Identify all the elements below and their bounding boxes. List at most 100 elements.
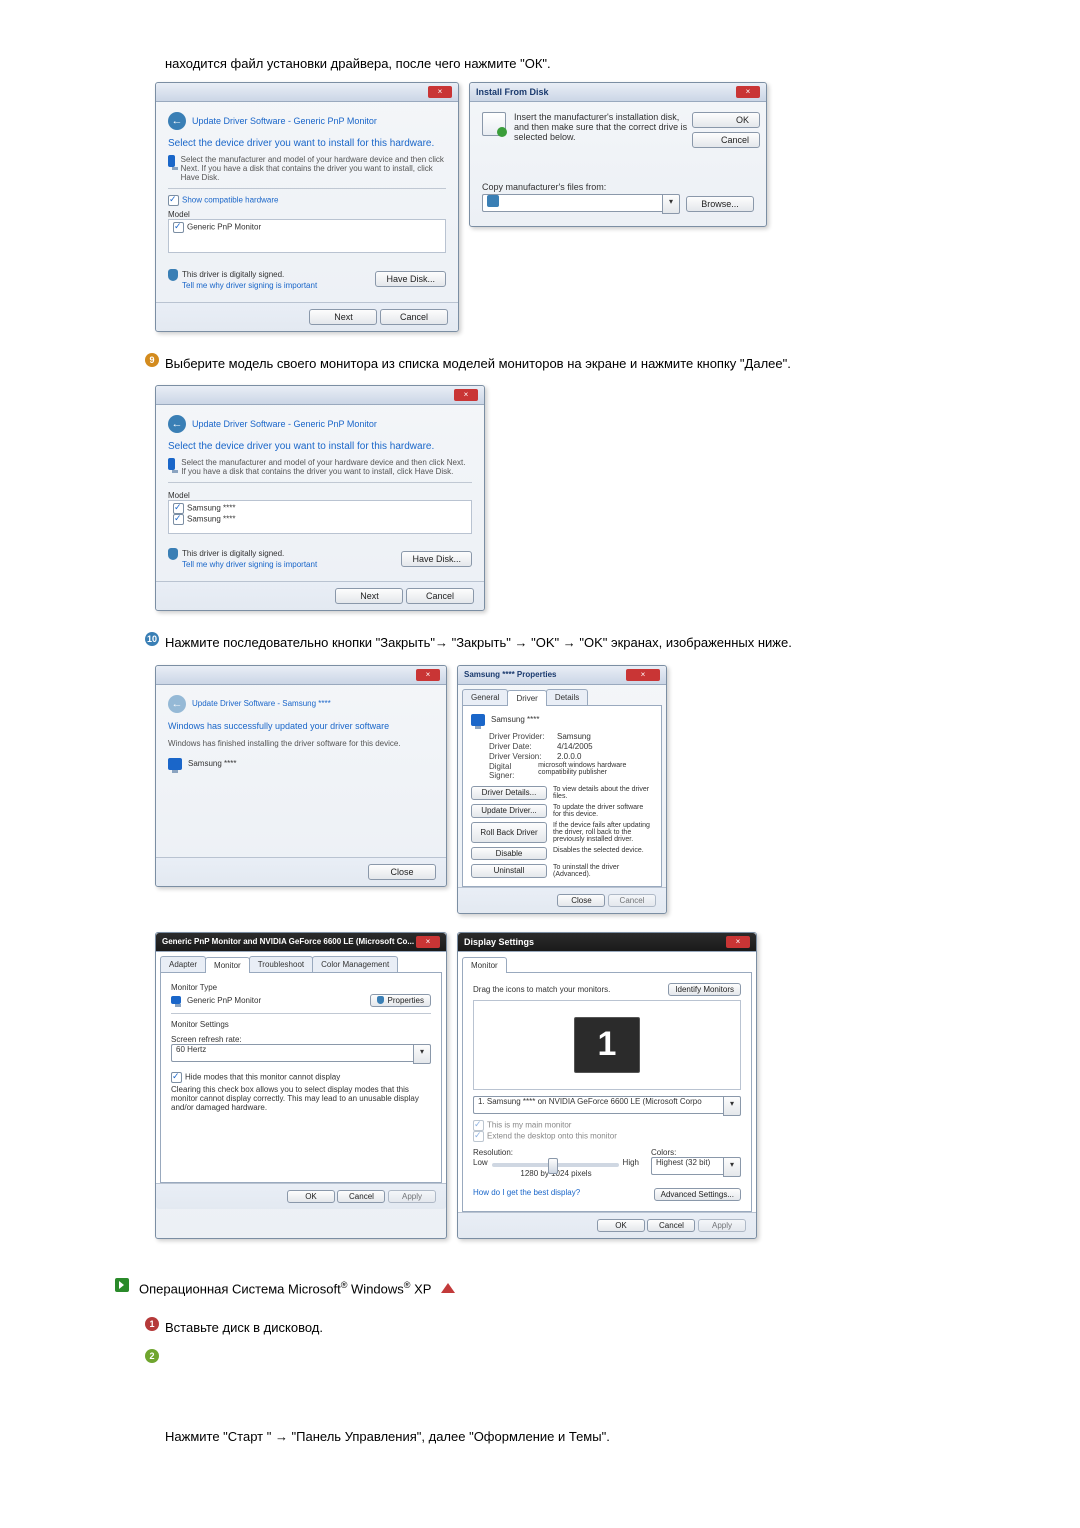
- device-name: Samsung ****: [188, 759, 236, 768]
- model-list[interactable]: Samsung **** Samsung ****: [168, 500, 472, 534]
- refresh-label: Screen refresh rate:: [171, 1035, 431, 1044]
- copy-from-label: Copy manufacturer's files from:: [482, 182, 754, 192]
- apply-button: Apply: [388, 1190, 436, 1203]
- dialog-title-text: Update Driver Software - Generic PnP Mon…: [192, 116, 377, 126]
- back-icon[interactable]: ←: [168, 415, 186, 433]
- tab-color[interactable]: Color Management: [312, 956, 398, 972]
- signing-link[interactable]: Tell me why driver signing is important: [182, 281, 317, 290]
- title-text: Samsung **** Properties: [464, 670, 556, 679]
- hidemodes-checkbox[interactable]: [171, 1072, 182, 1083]
- close-icon[interactable]: ×: [416, 936, 440, 948]
- back-icon[interactable]: ←: [168, 112, 186, 130]
- disk-msg: Insert the manufacturer's installation d…: [514, 112, 692, 142]
- display-combo[interactable]: 1. Samsung **** on NVIDIA GeForce 6600 L…: [473, 1096, 741, 1116]
- tab-monitor[interactable]: Monitor: [205, 957, 250, 973]
- cancel-button[interactable]: Cancel: [406, 588, 474, 604]
- dialog-select-model: × ← Update Driver Software - Generic PnP…: [155, 385, 485, 611]
- close-button[interactable]: Close: [368, 864, 436, 880]
- close-button[interactable]: Close: [557, 894, 605, 907]
- have-disk-button[interactable]: Have Disk...: [401, 551, 472, 567]
- close-icon[interactable]: ×: [726, 936, 750, 948]
- shield-icon: [168, 269, 178, 281]
- extend-checkbox: [473, 1131, 484, 1142]
- ok-button[interactable]: OK: [692, 112, 760, 128]
- cancel-button[interactable]: Cancel: [380, 309, 448, 325]
- model-label: Model: [168, 491, 472, 500]
- up-triangle-icon[interactable]: [441, 1283, 455, 1295]
- resolution-slider[interactable]: [492, 1163, 619, 1167]
- cancel-button[interactable]: Cancel: [692, 132, 760, 148]
- chevron-down-icon[interactable]: ▾: [413, 1044, 431, 1064]
- have-disk-button[interactable]: Have Disk...: [375, 271, 446, 287]
- tab-driver[interactable]: Driver: [507, 690, 546, 706]
- success-heading: Windows has successfully updated your dr…: [168, 721, 434, 731]
- identify-button[interactable]: Identify Monitors: [668, 983, 741, 996]
- step10-text: Нажмите последовательно кнопки "Закрыть"…: [165, 633, 792, 653]
- bullet-1: 1: [145, 1317, 159, 1331]
- dialog-install-from-disk: Install From Disk × Insert the manufactu…: [469, 82, 767, 227]
- signing-link[interactable]: Tell me why driver signing is important: [182, 560, 317, 569]
- ok-button[interactable]: OK: [597, 1219, 645, 1232]
- monitor-icon: [168, 758, 182, 770]
- model-check-2: [173, 514, 184, 525]
- shield-icon: [168, 548, 178, 560]
- monitor-icon: [168, 458, 175, 470]
- refresh-combo[interactable]: 60 Hertz ▾: [171, 1044, 431, 1064]
- model-list[interactable]: Generic PnP Monitor: [168, 219, 446, 253]
- device-name: Samsung ****: [491, 715, 539, 724]
- close-icon[interactable]: ×: [454, 389, 478, 401]
- model-item-1[interactable]: Samsung ****: [187, 504, 235, 513]
- heading: Select the device driver you want to ins…: [168, 138, 446, 149]
- extend-label: Extend the desktop onto this monitor: [487, 1131, 617, 1140]
- uninstall-button[interactable]: Uninstall: [471, 864, 547, 878]
- tab-strip: Monitor: [462, 956, 752, 973]
- tab-general[interactable]: General: [462, 689, 508, 705]
- titlebar: Display Settings ×: [458, 933, 756, 952]
- hidemodes-note: Clearing this check box allows you to se…: [171, 1085, 431, 1112]
- titlebar: Samsung **** Properties ×: [458, 666, 666, 685]
- back-icon: ←: [168, 695, 186, 713]
- close-icon[interactable]: ×: [626, 669, 660, 681]
- disk-icon: [482, 112, 506, 136]
- tab-troubleshoot[interactable]: Troubleshoot: [249, 956, 313, 972]
- model-check: [173, 222, 184, 233]
- dialog-title-text: Update Driver Software - Samsung ****: [192, 699, 331, 708]
- update-driver-button[interactable]: Update Driver...: [471, 804, 547, 818]
- monitor-icon: [171, 996, 181, 1004]
- chevron-down-icon[interactable]: ▾: [723, 1096, 741, 1116]
- monitor-preview[interactable]: 1: [574, 1017, 640, 1073]
- advanced-button[interactable]: Advanced Settings...: [654, 1188, 741, 1201]
- model-item[interactable]: Generic PnP Monitor: [187, 222, 261, 231]
- chevron-down-icon[interactable]: ▾: [662, 194, 680, 214]
- close-icon[interactable]: ×: [428, 86, 452, 98]
- next-button[interactable]: Next: [309, 309, 377, 325]
- dialog-device-properties: Samsung **** Properties × General Driver …: [457, 665, 667, 914]
- disable-button[interactable]: Disable: [471, 847, 547, 860]
- dialog-update-success: × ← Update Driver Software - Samsung ***…: [155, 665, 447, 887]
- close-icon[interactable]: ×: [416, 669, 440, 681]
- dialog-display-settings: Display Settings × Monitor Drag the icon…: [457, 932, 757, 1239]
- chevron-down-icon[interactable]: ▾: [723, 1157, 741, 1177]
- tab-adapter[interactable]: Adapter: [160, 956, 206, 972]
- rollback-button[interactable]: Roll Back Driver: [471, 822, 547, 843]
- driver-details-button[interactable]: Driver Details...: [471, 786, 547, 800]
- hidemodes-label: Hide modes that this monitor cannot disp…: [185, 1072, 340, 1081]
- compat-checkbox[interactable]: [168, 195, 179, 206]
- cancel-button[interactable]: Cancel: [337, 1190, 385, 1203]
- monitor-icon: [471, 714, 485, 726]
- tab-strip: General Driver Details: [462, 689, 662, 706]
- path-combo[interactable]: ▾: [482, 194, 680, 214]
- ok-button[interactable]: OK: [287, 1190, 335, 1203]
- tab-details[interactable]: Details: [546, 689, 588, 705]
- close-icon[interactable]: ×: [736, 86, 760, 98]
- signed-text: This driver is digitally signed.: [182, 270, 284, 279]
- model-item-2[interactable]: Samsung ****: [187, 515, 235, 524]
- cancel-button[interactable]: Cancel: [647, 1219, 695, 1232]
- next-button[interactable]: Next: [335, 588, 403, 604]
- colors-combo[interactable]: Highest (32 bit) ▾: [651, 1157, 741, 1177]
- tab-monitor[interactable]: Monitor: [462, 957, 507, 973]
- properties-button[interactable]: Properties: [370, 994, 431, 1007]
- titlebar: Generic PnP Monitor and NVIDIA GeForce 6…: [156, 933, 446, 952]
- best-display-link[interactable]: How do I get the best display?: [473, 1188, 580, 1201]
- browse-button[interactable]: Browse...: [686, 196, 754, 212]
